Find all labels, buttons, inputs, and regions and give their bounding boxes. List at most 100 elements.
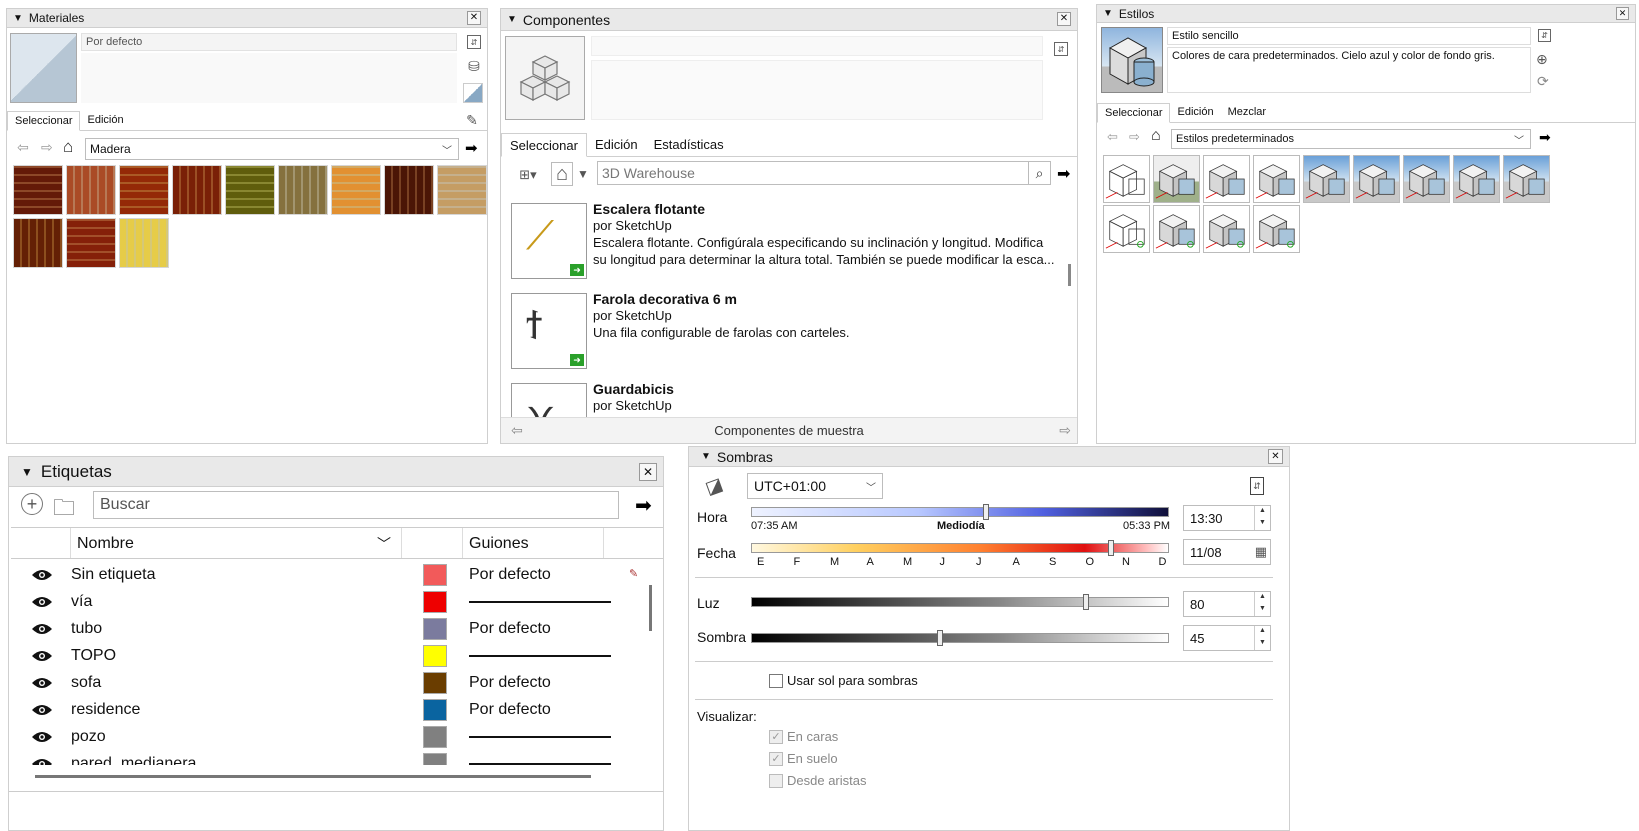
- download-icon[interactable]: ➜: [570, 354, 584, 366]
- update-style-icon[interactable]: ⟳: [1537, 73, 1549, 90]
- sombra-slider[interactable]: [751, 630, 1169, 646]
- tag-color-swatch[interactable]: [423, 617, 447, 640]
- style-thumbnail[interactable]: [1503, 155, 1550, 203]
- tag-row[interactable]: vía: [11, 588, 641, 615]
- pencil-icon[interactable]: ✎: [629, 567, 638, 580]
- hora-spin-buttons[interactable]: ▲ ▼: [1254, 506, 1270, 530]
- tag-name[interactable]: TOPO: [71, 647, 116, 665]
- close-icon[interactable]: ✕: [1616, 7, 1629, 20]
- material-swatch[interactable]: [66, 165, 116, 215]
- col-nombre[interactable]: Nombre: [77, 535, 134, 553]
- default-material-icon[interactable]: [463, 83, 483, 103]
- create-material-icon[interactable]: ⛁: [465, 57, 483, 75]
- material-swatch[interactable]: [119, 165, 169, 215]
- details-arrow-icon[interactable]: ➡: [1539, 129, 1551, 146]
- tag-name[interactable]: pozo: [71, 728, 106, 746]
- checkbox-box[interactable]: [769, 773, 783, 788]
- tag-color-swatch[interactable]: [423, 725, 447, 748]
- component-collection-label[interactable]: Componentes de muestra: [501, 423, 1077, 438]
- componentes-title-bar[interactable]: ▼ Componentes ✕: [501, 9, 1077, 31]
- component-name-field[interactable]: [591, 36, 1043, 56]
- tag-dash-line[interactable]: [469, 600, 611, 603]
- forward-arrow-icon[interactable]: ⇨: [41, 139, 53, 156]
- tag-color-swatch[interactable]: [423, 698, 447, 721]
- material-swatch[interactable]: [384, 165, 434, 215]
- eye-icon[interactable]: [31, 649, 53, 663]
- usar-sol-checkbox[interactable]: Usar sol para sombras: [769, 673, 918, 688]
- style-thumbnail[interactable]: [1103, 155, 1150, 203]
- eye-icon[interactable]: [31, 703, 53, 717]
- tag-name[interactable]: pared_medianera: [71, 755, 196, 766]
- tag-row[interactable]: pozo: [11, 723, 641, 750]
- tag-color-swatch[interactable]: [423, 671, 447, 694]
- component-thumbnail[interactable]: ⟋ ➜: [511, 203, 587, 279]
- component-item[interactable]: ϯ ➜ Farola decorativa 6 m por SketchUp Una f…: [501, 289, 1067, 377]
- tab-mezclar[interactable]: Mezclar: [1221, 103, 1274, 122]
- col-color[interactable]: [401, 528, 463, 558]
- tag-vertical-scrollbar[interactable]: [649, 585, 652, 631]
- tag-color-swatch[interactable]: [423, 644, 447, 667]
- tag-row[interactable]: residence Por defecto: [11, 696, 641, 723]
- tab-estadisticas[interactable]: Estadísticas: [646, 133, 732, 156]
- fecha-slider-thumb[interactable]: [1108, 540, 1114, 556]
- fecha-input[interactable]: 11/08 ▦: [1183, 539, 1271, 565]
- style-thumbnail[interactable]: [1153, 155, 1200, 203]
- view-options-icon[interactable]: ⊞▾: [515, 165, 541, 185]
- home-icon[interactable]: ⌂: [63, 137, 73, 157]
- checkbox-box[interactable]: ✓: [769, 751, 783, 766]
- close-icon[interactable]: ✕: [467, 11, 481, 25]
- sort-chevron-icon[interactable]: ﹀: [377, 534, 391, 554]
- close-icon[interactable]: ✕: [1268, 449, 1283, 464]
- tab-edicion[interactable]: Edición: [80, 111, 130, 130]
- shadows-toggle-icon[interactable]: ◪: [700, 472, 728, 500]
- tag-row[interactable]: TOPO: [11, 642, 641, 669]
- download-icon[interactable]: ➜: [570, 264, 584, 276]
- forward-arrow-icon[interactable]: ⇨: [1129, 129, 1140, 145]
- tab-seleccionar[interactable]: Seleccionar: [7, 111, 81, 131]
- material-swatch[interactable]: [119, 218, 169, 268]
- material-name-field[interactable]: Por defecto: [81, 33, 457, 51]
- timezone-select[interactable]: UTC+01:00 ﹀: [747, 473, 883, 499]
- tab-seleccionar[interactable]: Seleccionar: [501, 133, 587, 157]
- tag-row[interactable]: sofa Por defecto: [11, 669, 641, 696]
- collapse-triangle-icon[interactable]: ▼: [701, 451, 711, 462]
- tag-horizontal-scrollbar[interactable]: [35, 775, 591, 778]
- material-library-select[interactable]: Madera ﹀: [85, 138, 459, 160]
- forward-arrow-icon[interactable]: ⇨: [1059, 422, 1071, 439]
- tag-row[interactable]: Sin etiqueta Por defecto: [11, 561, 641, 588]
- component-thumbnail[interactable]: ϯ ➜: [511, 293, 587, 369]
- etiquetas-title-bar[interactable]: ▼ Etiquetas ✕: [9, 457, 663, 487]
- eye-icon[interactable]: [31, 676, 53, 690]
- material-swatch[interactable]: [331, 165, 381, 215]
- estilos-title-bar[interactable]: ▼ Estilos ✕: [1097, 5, 1635, 23]
- tag-dash-value[interactable]: Por defecto: [469, 566, 551, 584]
- material-swatch[interactable]: [278, 165, 328, 215]
- home-icon[interactable]: ⌂: [1151, 127, 1161, 145]
- toggle-details-icon[interactable]: ⇵: [1250, 477, 1264, 495]
- eye-icon[interactable]: [31, 568, 53, 582]
- tag-search-input[interactable]: Buscar: [93, 491, 619, 519]
- add-tag-icon[interactable]: +: [21, 493, 43, 515]
- luz-slider-thumb[interactable]: [1083, 594, 1089, 610]
- back-arrow-icon[interactable]: ⇦: [17, 139, 29, 156]
- spin-down-icon[interactable]: ▼: [1255, 604, 1270, 616]
- sombra-slider-thumb[interactable]: [937, 630, 943, 646]
- collapse-triangle-icon[interactable]: ▼: [21, 465, 33, 479]
- home-icon[interactable]: ⌂: [551, 162, 573, 186]
- material-swatch[interactable]: [13, 218, 63, 268]
- spin-up-icon[interactable]: ▲: [1255, 592, 1270, 604]
- col-visibility[interactable]: [11, 528, 71, 558]
- component-search-input[interactable]: 3D Warehouse ⌕: [597, 161, 1051, 185]
- material-swatch[interactable]: [225, 165, 275, 215]
- style-thumbnail[interactable]: [1203, 205, 1250, 253]
- details-arrow-icon[interactable]: ➡: [635, 493, 652, 518]
- eye-icon[interactable]: [31, 757, 53, 766]
- eye-icon[interactable]: [31, 595, 53, 609]
- style-thumbnail[interactable]: [1103, 205, 1150, 253]
- style-thumbnail[interactable]: [1453, 155, 1500, 203]
- tag-color-swatch[interactable]: [423, 563, 447, 586]
- details-arrow-icon[interactable]: ➡: [1057, 164, 1070, 184]
- spin-down-icon[interactable]: ▼: [1255, 518, 1270, 530]
- collapse-triangle-icon[interactable]: ▼: [1103, 8, 1113, 19]
- tag-name[interactable]: tubo: [71, 620, 102, 638]
